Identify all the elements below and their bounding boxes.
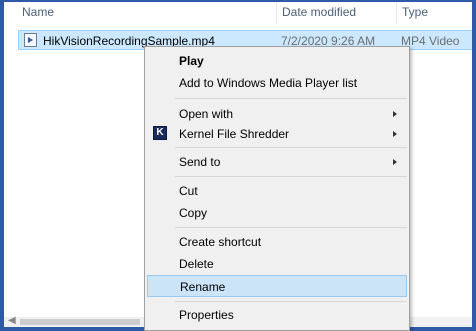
menu-item-copy[interactable]: Copy [147, 202, 407, 224]
menu-item-label: Copy [179, 206, 208, 220]
menu-item-label: Rename [180, 280, 226, 294]
menu-item-label: Kernel File Shredder [179, 127, 290, 141]
menu-item-delete[interactable]: Delete [147, 253, 407, 275]
menu-separator [175, 227, 407, 228]
menu-separator [175, 98, 407, 99]
menu-item-cut[interactable]: Cut [147, 180, 407, 202]
menu-item-label: Properties [179, 308, 234, 322]
column-header-date-modified[interactable]: Date modified [282, 5, 356, 19]
menu-separator [175, 301, 407, 302]
column-header-type[interactable]: Type [402, 5, 428, 19]
menu-item-label: Cut [179, 184, 198, 198]
menu-separator [175, 147, 407, 148]
column-separator[interactable] [396, 2, 397, 24]
submenu-arrow-icon [393, 111, 397, 117]
column-separator[interactable] [276, 2, 277, 24]
menu-item-label: Create shortcut [179, 235, 262, 249]
kernel-app-icon: K [153, 126, 167, 140]
menu-item-label: Open with [179, 107, 234, 121]
menu-item-label: Delete [179, 257, 214, 271]
menu-item-kernel-file-shredder[interactable]: K Kernel File Shredder [147, 123, 407, 145]
submenu-arrow-icon [393, 131, 397, 137]
menu-item-rename[interactable]: Rename [147, 275, 407, 297]
context-menu: Play Add to Windows Media Player list Op… [144, 46, 410, 331]
menu-item-label: Send to [179, 155, 221, 169]
menu-item-add-to-wmp-list[interactable]: Add to Windows Media Player list [147, 72, 407, 94]
menu-separator [175, 176, 407, 177]
menu-item-play[interactable]: Play [147, 50, 407, 72]
scroll-left-icon[interactable]: ◀ [8, 315, 16, 326]
menu-item-open-with[interactable]: Open with [147, 103, 407, 125]
column-header-name[interactable]: Name [22, 5, 54, 19]
menu-item-label: Add to Windows Media Player list [179, 76, 358, 90]
submenu-arrow-icon [393, 159, 397, 165]
video-file-icon [24, 33, 37, 47]
scrollbar-thumb[interactable] [20, 319, 140, 325]
menu-item-send-to[interactable]: Send to [147, 151, 407, 173]
menu-item-label: Play [179, 54, 204, 68]
menu-item-properties[interactable]: Properties [147, 304, 407, 326]
column-header-bar: Name Date modified Type [4, 2, 472, 24]
menu-item-create-shortcut[interactable]: Create shortcut [147, 231, 407, 253]
